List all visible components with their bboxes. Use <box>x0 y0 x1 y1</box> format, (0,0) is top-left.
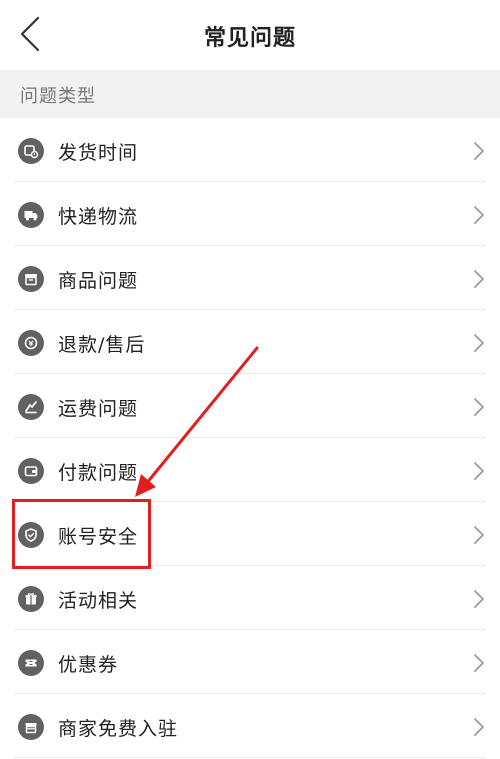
store-icon <box>18 714 44 740</box>
shield-icon <box>18 522 44 548</box>
list-item-label: 发货时间 <box>58 142 139 164</box>
chevron-right-icon <box>474 654 484 672</box>
question-type-list: 发货时间 快递物流 商品问题 退款/售后 运费问题 付款问题 账号安全 活动相关… <box>0 118 500 758</box>
header-bar: 常见问题 <box>0 0 500 70</box>
wallet-icon <box>18 458 44 484</box>
delivery-time-icon <box>18 138 44 164</box>
chevron-right-icon <box>474 398 484 416</box>
box-icon <box>18 266 44 292</box>
list-item-label: 商品问题 <box>58 270 139 292</box>
chevron-right-icon <box>474 334 484 352</box>
gift-icon <box>18 586 44 612</box>
list-item-label: 快递物流 <box>58 206 139 228</box>
divider <box>14 757 486 758</box>
coupon-icon <box>18 650 44 676</box>
list-item-refund-after-sales[interactable]: 退款/售后 <box>0 310 500 374</box>
list-item-label: 商家免费入驻 <box>58 718 179 740</box>
faq-screen: 常见问题 问题类型 发货时间 快递物流 商品问题 退款/售后 运费问题 付款问题… <box>0 0 500 759</box>
chevron-right-icon <box>474 526 484 544</box>
truck-icon <box>18 202 44 228</box>
page-title: 常见问题 <box>203 26 296 51</box>
list-item-delivery-time[interactable]: 发货时间 <box>0 118 500 182</box>
list-item-shipping-fee[interactable]: 运费问题 <box>0 374 500 438</box>
list-item-label: 活动相关 <box>58 590 139 612</box>
section-title: 问题类型 <box>20 86 96 107</box>
list-item-express-logistics[interactable]: 快递物流 <box>0 182 500 246</box>
list-item-activities[interactable]: 活动相关 <box>0 566 500 630</box>
list-item-product-issue[interactable]: 商品问题 <box>0 246 500 310</box>
list-item-label: 账号安全 <box>58 526 139 548</box>
chevron-right-icon <box>474 142 484 160</box>
list-item-merchant-join[interactable]: 商家免费入驻 <box>0 694 500 758</box>
shipping-fee-icon <box>18 394 44 420</box>
list-item-label: 优惠券 <box>58 654 119 676</box>
chevron-right-icon <box>474 206 484 224</box>
list-item-payment-issue[interactable]: 付款问题 <box>0 438 500 502</box>
list-item-label: 付款问题 <box>58 462 139 484</box>
list-item-coupon[interactable]: 优惠券 <box>0 630 500 694</box>
refund-icon <box>18 330 44 356</box>
list-item-label: 退款/售后 <box>58 334 146 356</box>
chevron-right-icon <box>474 718 484 736</box>
chevron-right-icon <box>474 590 484 608</box>
chevron-right-icon <box>474 462 484 480</box>
chevron-right-icon <box>474 270 484 288</box>
list-item-account-security[interactable]: 账号安全 <box>0 502 500 566</box>
section-header: 问题类型 <box>0 70 500 118</box>
list-item-label: 运费问题 <box>58 398 139 420</box>
